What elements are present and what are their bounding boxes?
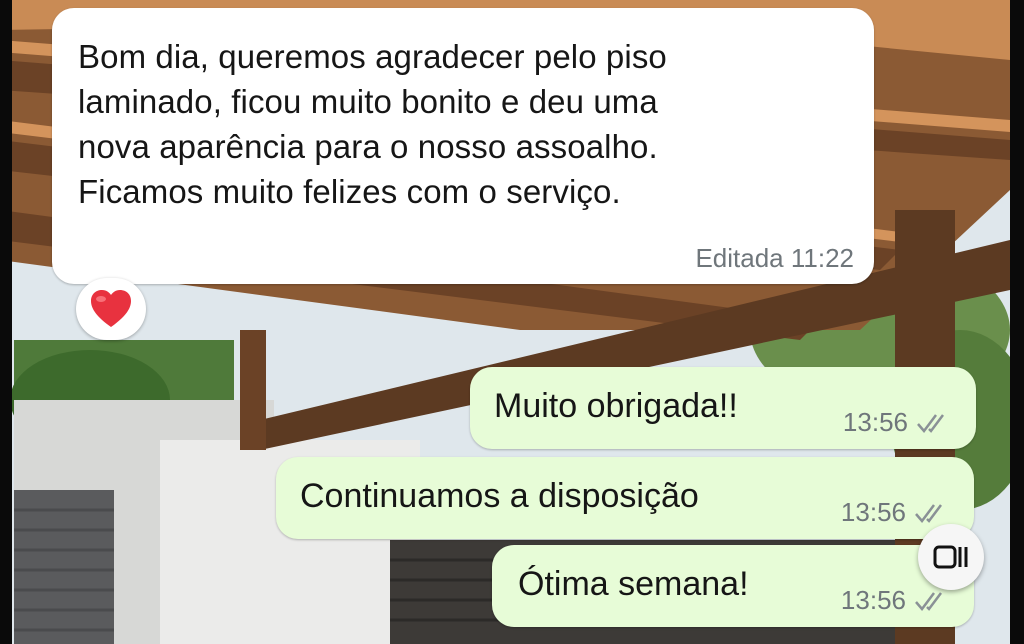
- incoming-message-meta: Editada 11:22: [695, 243, 854, 273]
- screen-edge-left: [0, 0, 12, 644]
- message-time: 13:56: [840, 497, 906, 527]
- outgoing-message-text: Muito obrigada!!: [494, 387, 738, 425]
- outgoing-message-text: Continuamos a disposição: [300, 477, 699, 515]
- recent-apps-icon: [933, 545, 968, 569]
- incoming-message-bubble[interactable]: Bom dia, queremos agradecer pelo piso la…: [52, 8, 874, 284]
- outgoing-message-bubble[interactable]: Ótima semana! 13:56: [492, 545, 974, 627]
- double-check-icon: [917, 413, 944, 433]
- double-check-icon: [915, 591, 942, 611]
- incoming-message-text: Bom dia, queremos agradecer pelo piso la…: [78, 38, 667, 210]
- message-reaction[interactable]: [76, 278, 146, 340]
- message-time: 13:56: [842, 407, 908, 437]
- double-check-icon: [915, 503, 942, 523]
- message-meta: 13:56: [843, 407, 948, 438]
- outgoing-message-bubble[interactable]: Muito obrigada!! 13:56: [470, 367, 976, 449]
- heart-icon: [91, 290, 131, 327]
- message-time: 13:56: [840, 585, 906, 615]
- outgoing-message-bubble[interactable]: Continuamos a disposição 13:56: [276, 457, 974, 539]
- message-meta: 13:56: [841, 585, 946, 616]
- screen-edge-right: [1010, 0, 1024, 644]
- outgoing-message-text: Ótima semana!: [518, 565, 749, 603]
- message-meta: 13:56: [841, 497, 946, 528]
- recent-apps-button[interactable]: [918, 524, 984, 590]
